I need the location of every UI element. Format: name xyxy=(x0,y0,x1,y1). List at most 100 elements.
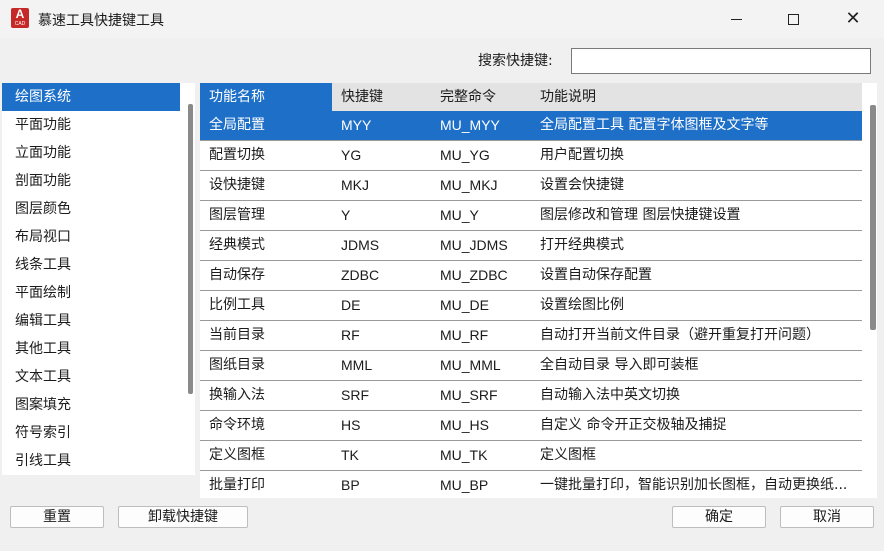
minimize-button[interactable] xyxy=(713,0,759,38)
category-item[interactable]: 线条工具 xyxy=(2,251,180,279)
cell-name: 配置切换 xyxy=(209,147,265,163)
cell-name: 全局配置 xyxy=(209,117,265,133)
cell-shortcut: YG xyxy=(341,147,362,163)
ok-button[interactable]: 确定 xyxy=(672,506,766,528)
category-item[interactable]: 布局视口 xyxy=(2,223,180,251)
close-icon: ✕ xyxy=(845,8,861,29)
autocad-app-icon: A CAD xyxy=(11,8,29,28)
cell-description: 设置绘图比例 xyxy=(540,297,624,313)
table-row[interactable]: 设快捷键 MKJ MU_MKJ 设置会快捷键 xyxy=(200,171,862,201)
reset-button[interactable]: 重置 xyxy=(10,506,104,528)
table-row[interactable]: 当前目录 RF MU_RF 自动打开当前文件目录（避开重复打开问题） xyxy=(200,321,862,351)
cell-command: MU_SRF xyxy=(440,387,498,403)
cell-shortcut: Y xyxy=(341,207,351,223)
cell-shortcut: MKJ xyxy=(341,177,369,193)
cell-command: MU_TK xyxy=(440,447,488,463)
cell-description: 图层修改和管理 图层快捷键设置 xyxy=(540,207,741,223)
cell-command: MU_JDMS xyxy=(440,237,508,253)
search-input[interactable] xyxy=(571,48,871,74)
cell-command: MU_RF xyxy=(440,327,489,343)
cell-command: MU_MML xyxy=(440,357,501,373)
table-row[interactable]: 图层管理 Y MU_Y 图层修改和管理 图层快捷键设置 xyxy=(200,201,862,231)
maximize-icon xyxy=(787,13,799,25)
cell-command: MU_YG xyxy=(440,147,490,163)
cell-shortcut: SRF xyxy=(341,387,369,403)
table-row[interactable]: 配置切换 YG MU_YG 用户配置切换 xyxy=(200,141,862,171)
cell-command: MU_DE xyxy=(440,297,490,313)
cell-name: 批量打印 xyxy=(209,477,265,493)
cell-description: 用户配置切换 xyxy=(540,147,624,163)
table-row[interactable]: 命令环境 HS MU_HS 自定义 命令开正交极轴及捕捉 xyxy=(200,411,862,441)
cell-shortcut: MML xyxy=(341,357,373,373)
category-list-scrollbar[interactable] xyxy=(188,104,193,394)
cell-shortcut: RF xyxy=(341,327,360,343)
cell-name: 设快捷键 xyxy=(209,177,265,193)
cancel-button[interactable]: 取消 xyxy=(780,506,874,528)
cell-description: 定义图框 xyxy=(540,447,596,463)
column-header-shortcut[interactable]: 快捷键 xyxy=(332,83,431,111)
shortcut-table: 功能名称 快捷键 完整命令 功能说明 全局配置 MYY MU_MYY 全局配置工具 配… xyxy=(200,83,877,498)
category-item[interactable]: 立面功能 xyxy=(2,139,180,167)
table-body: 全局配置 MYY MU_MYY 全局配置工具 配置字体图框及文字等配置切换 YG MU_Y… xyxy=(200,111,862,498)
unload-shortcuts-button[interactable]: 卸载快捷键 xyxy=(118,506,248,528)
cell-name: 换输入法 xyxy=(209,387,265,403)
column-header-command[interactable]: 完整命令 xyxy=(431,83,531,111)
cell-description: 设置自动保存配置 xyxy=(540,267,652,283)
category-item[interactable]: 图案填充 xyxy=(2,391,180,419)
app-icon-sub: CAD xyxy=(14,21,26,27)
app-icon-letter: A xyxy=(15,7,25,21)
cell-description: 自动输入法中英文切换 xyxy=(540,387,680,403)
category-list: 绘图系统 平面功能 立面功能 剖面功能 图层颜色 布局视口 线条工具 平面绘制 编辑工具 其他工具… xyxy=(2,83,195,475)
cell-shortcut: JDMS xyxy=(341,237,380,253)
table-row[interactable]: 图纸目录 MML MU_MML 全自动目录 导入即可装框 xyxy=(200,351,862,381)
cell-description: 自定义 命令开正交极轴及捕捉 xyxy=(540,417,727,433)
cell-shortcut: MYY xyxy=(341,117,372,133)
search-label: 搜索快捷键: xyxy=(478,53,553,69)
category-item[interactable]: 引线工具 xyxy=(2,447,180,475)
table-row[interactable]: 批量打印 BP MU_BP 一键批量打印，智能识别加长图框，自动更换纸... xyxy=(200,471,862,498)
cell-description: 一键批量打印，智能识别加长图框，自动更换纸... xyxy=(540,477,848,493)
table-scrollbar[interactable] xyxy=(870,105,876,330)
column-header-name[interactable]: 功能名称 xyxy=(200,83,332,111)
cell-name: 图层管理 xyxy=(209,207,265,223)
table-row[interactable]: 自动保存 ZDBC MU_ZDBC 设置自动保存配置 xyxy=(200,261,862,291)
cell-description: 全自动目录 导入即可装框 xyxy=(540,357,699,373)
category-item[interactable]: 图层颜色 xyxy=(2,195,180,223)
category-item[interactable]: 绘图系统 xyxy=(2,83,180,111)
cell-description: 全局配置工具 配置字体图框及文字等 xyxy=(540,117,769,133)
category-item[interactable]: 剖面功能 xyxy=(2,167,180,195)
category-item[interactable]: 符号索引 xyxy=(2,419,180,447)
close-button[interactable]: ✕ xyxy=(830,0,876,38)
column-header-description[interactable]: 功能说明 xyxy=(531,83,862,111)
cell-name: 比例工具 xyxy=(209,297,265,313)
category-item[interactable]: 平面绘制 xyxy=(2,279,180,307)
category-item[interactable]: 其他工具 xyxy=(2,335,180,363)
cell-command: MU_MKJ xyxy=(440,177,498,193)
cell-name: 定义图框 xyxy=(209,447,265,463)
cell-name: 自动保存 xyxy=(209,267,265,283)
category-item[interactable]: 编辑工具 xyxy=(2,307,180,335)
minimize-icon xyxy=(730,18,742,20)
title-bar: A CAD 慕速工具快捷键工具 ✕ xyxy=(0,0,884,38)
cell-shortcut: BP xyxy=(341,477,360,493)
table-row[interactable]: 经典模式 JDMS MU_JDMS 打开经典模式 xyxy=(200,231,862,261)
cell-description: 自动打开当前文件目录（避开重复打开问题） xyxy=(540,327,820,343)
cell-command: MU_MYY xyxy=(440,117,500,133)
window-title: 慕速工具快捷键工具 xyxy=(38,13,164,29)
cell-shortcut: HS xyxy=(341,417,361,433)
cell-shortcut: ZDBC xyxy=(341,267,380,283)
table-header: 功能名称 快捷键 完整命令 功能说明 xyxy=(200,83,862,111)
cell-name: 当前目录 xyxy=(209,327,265,343)
cell-name: 经典模式 xyxy=(209,237,265,253)
category-item[interactable]: 平面功能 xyxy=(2,111,180,139)
table-row[interactable]: 定义图框 TK MU_TK 定义图框 xyxy=(200,441,862,471)
table-row[interactable]: 全局配置 MYY MU_MYY 全局配置工具 配置字体图框及文字等 xyxy=(200,111,862,141)
cell-description: 打开经典模式 xyxy=(540,237,624,253)
cell-command: MU_HS xyxy=(440,417,490,433)
cell-command: MU_BP xyxy=(440,477,489,493)
cell-description: 设置会快捷键 xyxy=(540,177,624,193)
table-row[interactable]: 换输入法 SRF MU_SRF 自动输入法中英文切换 xyxy=(200,381,862,411)
category-item[interactable]: 文本工具 xyxy=(2,363,180,391)
maximize-button[interactable] xyxy=(770,0,816,38)
table-row[interactable]: 比例工具 DE MU_DE 设置绘图比例 xyxy=(200,291,862,321)
